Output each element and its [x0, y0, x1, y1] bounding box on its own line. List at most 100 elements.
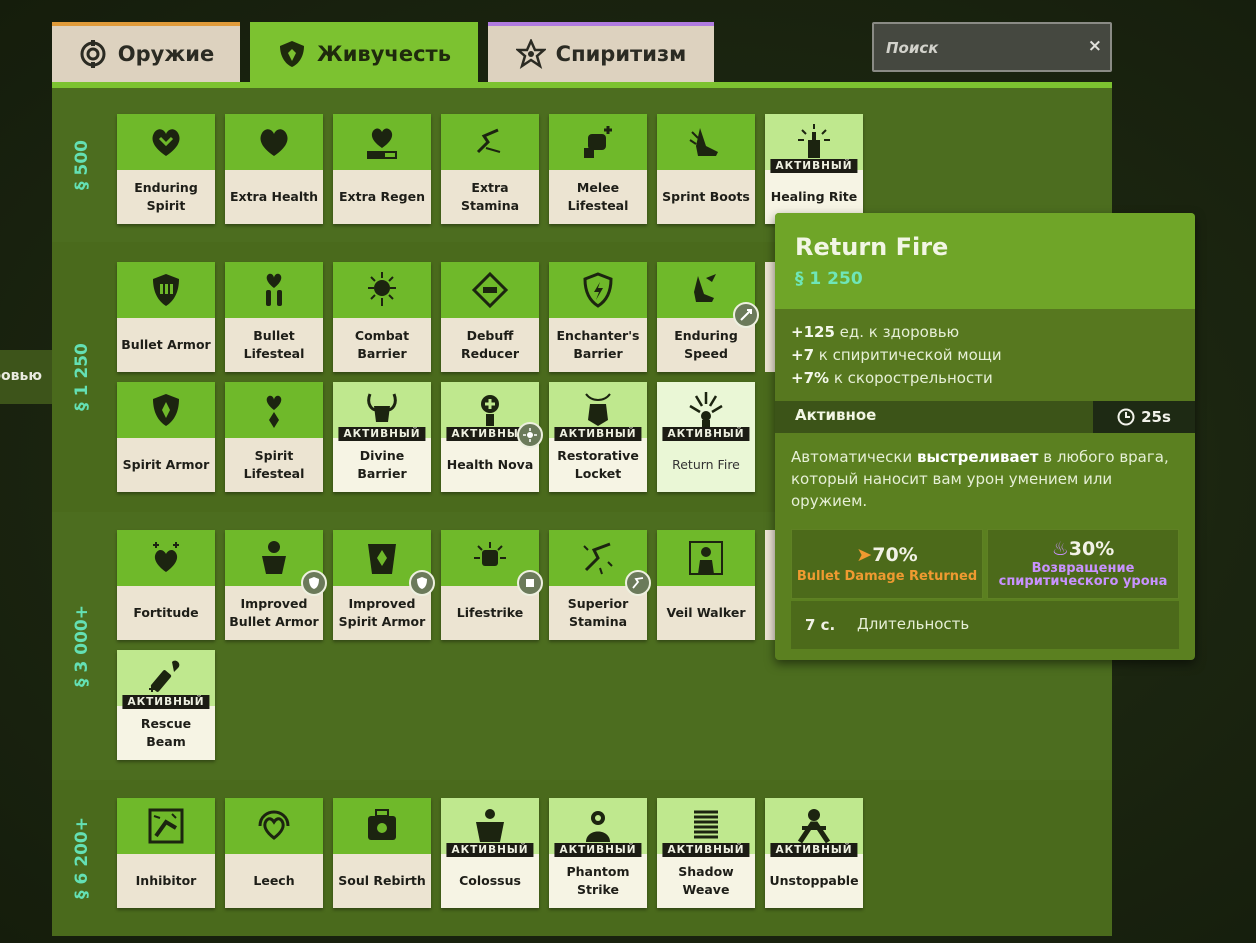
item-card-inhibitor[interactable]: Inhibitor — [117, 798, 215, 908]
active-ability-bar: Активное 25s — [775, 401, 1195, 433]
bullet-shield-icon — [153, 274, 179, 306]
item-card-melee-lifesteal[interactable]: Melee Lifesteal — [549, 114, 647, 224]
item-card-combat-barrier[interactable]: Combat Barrier — [333, 262, 431, 372]
horned-helm-icon — [367, 393, 397, 422]
item-card-shadow-weave[interactable]: АКТИВНЫЙ Shadow Weave — [657, 798, 755, 908]
item-card-restorative-locket[interactable]: АКТИВНЫЙ Restorative Locket — [549, 382, 647, 492]
item-card-debuff-reducer[interactable]: Debuff Reducer — [441, 262, 539, 372]
bullet-damage-returned-box: ➤70% Bullet Damage Returned — [791, 529, 983, 599]
spirit-armor-figure-icon — [368, 544, 396, 574]
boot-icon — [689, 128, 718, 156]
item-card-bullet-lifesteal[interactable]: Bullet Lifesteal — [225, 262, 323, 372]
item-card-fortitude[interactable]: Fortitude — [117, 530, 215, 640]
souls-icon: § — [72, 890, 93, 899]
duration-value: 7 с. — [805, 616, 836, 634]
locket-icon — [585, 393, 611, 426]
sparkle-heart-icon — [153, 542, 179, 572]
tier-label-6200: § 6 200+ — [72, 817, 93, 899]
inhibitor-icon — [148, 808, 184, 844]
healing-hand-icon — [798, 124, 830, 158]
duration-row: 7 с. Длительность — [791, 601, 1179, 649]
rescue-beam-icon — [149, 660, 180, 692]
item-card-veil-walker[interactable]: Veil Walker — [657, 530, 755, 640]
item-card-lifestrike[interactable]: Lifestrike — [441, 530, 543, 640]
item-card-improved-spirit-armor[interactable]: Improved Spirit Armor — [333, 530, 435, 640]
side-price-label: ровью — [0, 368, 42, 384]
souls-icon: § — [72, 181, 92, 191]
hidden-card-edge — [765, 262, 775, 372]
hidden-card-edge — [765, 530, 775, 640]
tooltip-header: Return Fire § 1 250 — [775, 213, 1195, 309]
stamina-icon — [476, 128, 501, 154]
component-upgrade-icon — [625, 570, 651, 596]
enchanted-shield-icon — [583, 272, 613, 308]
item-card-bullet-armor[interactable]: Bullet Armor — [117, 262, 215, 372]
combat-barrier-icon — [368, 272, 396, 306]
clear-search-button[interactable]: × — [1088, 36, 1102, 56]
tab-spirit[interactable]: Спиритизм — [488, 22, 714, 82]
tab-weapon[interactable]: Оружие — [52, 22, 240, 82]
component-upgrade-icon — [517, 570, 543, 596]
item-card-sprint-boots[interactable]: Sprint Boots — [657, 114, 755, 224]
component-upgrade-icon — [733, 302, 759, 328]
debuff-icon — [471, 271, 509, 309]
item-card-leech[interactable]: Leech — [225, 798, 323, 908]
health-nova-icon — [481, 395, 499, 426]
souls-icon: § — [795, 269, 804, 289]
component-upgrade-icon — [517, 422, 543, 448]
item-card-divine-barrier[interactable]: АКТИВНЫЙ Divine Barrier — [333, 382, 431, 492]
spirit-shield-icon — [153, 394, 179, 426]
item-card-improved-bullet-armor[interactable]: Improved Bullet Armor — [225, 530, 327, 640]
item-card-enduring-speed[interactable]: Enduring Speed — [657, 262, 759, 372]
tier-label-1250: § 1 250 — [72, 343, 93, 411]
item-tooltip: Return Fire § 1 250 +125 ед. к здоровью … — [775, 213, 1195, 660]
stat-health: +125 ед. к здоровью — [791, 323, 960, 341]
active-badge: АКТИВНЫЙ — [662, 843, 750, 857]
tab-vitality[interactable]: Живучесть — [250, 22, 478, 82]
spirit-star-icon — [515, 39, 546, 69]
item-card-health-nova[interactable]: АКТИВНЫЙ Health Nova — [441, 382, 543, 492]
tooltip-price: § 1 250 — [795, 269, 863, 289]
vitality-shield-icon — [277, 39, 307, 69]
item-card-phantom-strike[interactable]: АКТИВНЫЙ Phantom Strike — [549, 798, 647, 908]
unstoppable-icon — [797, 809, 831, 844]
tier-label-3000: § 3 000+ — [72, 605, 93, 687]
duration-label: Длительность — [857, 615, 970, 633]
search-input[interactable] — [884, 34, 1078, 62]
active-badge: АКТИВНЫЙ — [770, 843, 858, 857]
item-card-soul-rebirth[interactable]: Soul Rebirth — [333, 798, 431, 908]
lifestrike-fist-icon — [474, 542, 506, 566]
item-card-extra-health[interactable]: Extra Health — [225, 114, 323, 224]
item-card-spirit-lifesteal[interactable]: Spirit Lifesteal — [225, 382, 323, 492]
ability-description: Автоматически выстреливает в любого враг… — [791, 448, 1169, 510]
armored-figure-icon — [262, 541, 286, 574]
return-fire-icon — [689, 392, 723, 428]
cooldown-clock-icon — [1117, 408, 1135, 426]
item-card-colossus[interactable]: АКТИВНЫЙ Colossus — [441, 798, 539, 908]
item-card-unstoppable[interactable]: АКТИВНЫЙ Unstoppable — [765, 798, 863, 908]
souls-icon: § — [72, 402, 93, 411]
fist-icon — [584, 126, 612, 158]
item-card-extra-regen[interactable]: Extra Regen — [333, 114, 431, 224]
bullet-heart-icon — [266, 273, 282, 306]
active-badge: АКТИВНЫЙ — [554, 427, 642, 441]
tooltip-title: Return Fire — [795, 233, 949, 261]
tier-label-500: § 500 — [72, 140, 92, 191]
enduring-spirit-icon — [152, 129, 180, 156]
spirit-heart-icon — [266, 395, 282, 428]
leech-icon — [258, 810, 290, 840]
active-badge: АКТИВНЫЙ — [446, 843, 534, 857]
souls-icon: § — [72, 678, 93, 687]
weapon-icon — [78, 39, 108, 69]
active-badge: АКТИВНЫЙ — [662, 427, 750, 441]
soul-rebirth-icon — [368, 809, 396, 840]
stat-spirit-power: +7 к спиритической мощи — [791, 346, 1002, 364]
item-card-healing-rite[interactable]: АКТИВНЫЙ Healing Rite — [765, 114, 863, 224]
item-card-return-fire[interactable]: АКТИВНЫЙ Return Fire — [657, 382, 755, 492]
item-card-rescue-beam[interactable]: АКТИВНЫЙ Rescue Beam — [117, 650, 215, 760]
item-card-superior-stamina[interactable]: Superior Stamina — [549, 530, 651, 640]
item-card-extra-stamina[interactable]: Extra Stamina — [441, 114, 539, 224]
item-card-enchanters-barrier[interactable]: Enchanter's Barrier — [549, 262, 647, 372]
item-card-spirit-armor[interactable]: Spirit Armor — [117, 382, 215, 492]
item-card-enduring-spirit[interactable]: Enduring Spirit — [117, 114, 215, 224]
